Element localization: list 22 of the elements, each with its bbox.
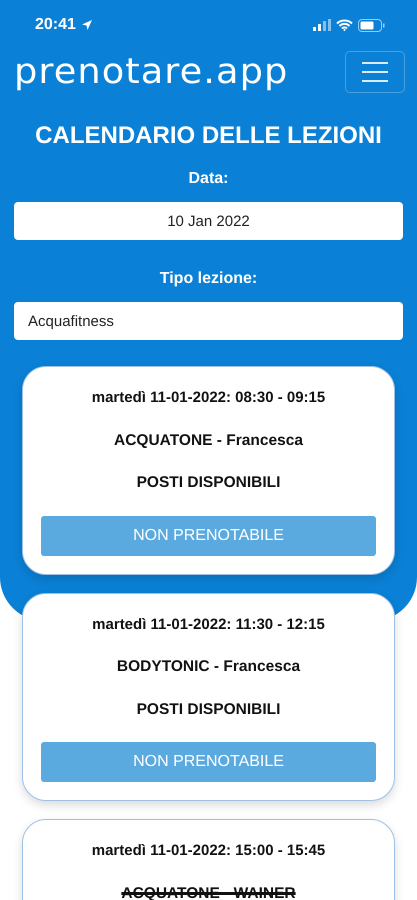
field-label: Data: (187, 170, 230, 189)
location-arrow-icon (80, 19, 93, 31)
lesson-type-select[interactable]: Acquafitness (14, 302, 403, 340)
lesson-datetime: martedì 11-01-2022: 11:30 - 12:15 (92, 614, 325, 634)
availability-label: POSTI DISPONIBILI (136, 700, 280, 720)
menu-icon (361, 61, 389, 83)
lesson-name: ACQUATONE - Francesca (114, 430, 303, 450)
book-button[interactable]: NON PRENOTABILE (41, 516, 376, 556)
battery-icon (358, 18, 385, 32)
menu-button[interactable] (345, 51, 405, 93)
lesson-name: BODYTONIC - Francesca (116, 657, 300, 677)
signal-icon (313, 19, 331, 31)
page-title: CALENDARIO DELLE LEZIONI (34, 122, 383, 150)
wifi-icon (336, 19, 353, 31)
book-button[interactable]: NON PRENOTABILE (41, 742, 376, 782)
status-time: 20:41 (35, 16, 76, 34)
lesson-datetime: martedì 11-01-2022: 15:00 - 15:45 (92, 841, 326, 861)
field-label: Tipo lezione: (158, 270, 258, 289)
date-field[interactable]: 10 Jan 2022 (14, 202, 403, 240)
logo[interactable]: prenotare.app (14, 52, 288, 92)
availability-label: POSTI DISPONIBILI (136, 473, 280, 493)
lesson-datetime: martedì 11-01-2022: 08:30 - 09:15 (92, 388, 326, 408)
